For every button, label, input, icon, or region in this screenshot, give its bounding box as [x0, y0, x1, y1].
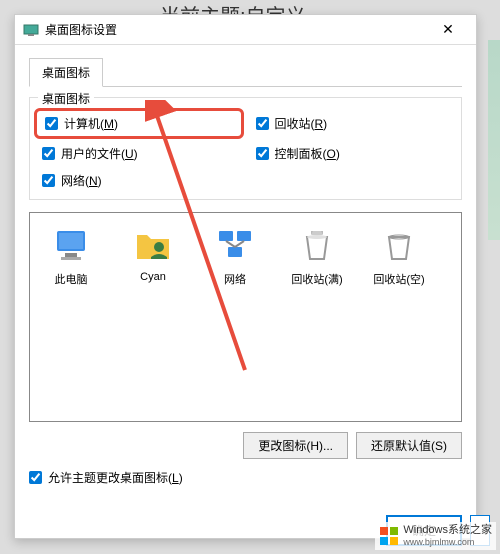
highlight-annotation: 计算机(M)	[34, 108, 244, 139]
close-button[interactable]: ✕	[428, 16, 468, 44]
icon-network[interactable]: 网络	[206, 225, 264, 287]
checkbox-control-input[interactable]	[256, 147, 269, 160]
checkbox-allow-theme-input[interactable]	[29, 471, 42, 484]
network-icon	[215, 225, 255, 265]
checkbox-recycle-input[interactable]	[256, 117, 269, 130]
checkbox-group: 桌面图标 计算机(M) 回收站(R) 用户的文件(U)	[29, 97, 462, 200]
checkbox-userfiles[interactable]: 用户的文件(U)	[42, 145, 236, 162]
checkbox-grid: 计算机(M) 回收站(R) 用户的文件(U) 控制面板(O) 网络	[42, 112, 449, 189]
icon-label: 回收站(空)	[373, 271, 424, 287]
checkbox-allow-theme[interactable]: 允许主题更改桌面图标(L)	[29, 469, 462, 486]
titlebar: 桌面图标设置 ✕	[15, 15, 476, 45]
tab-container: 桌面图标	[29, 57, 462, 87]
icon-label: 此电脑	[55, 271, 88, 287]
restore-defaults-button[interactable]: 还原默认值(S)	[356, 432, 462, 459]
icon-recycle-full[interactable]: 回收站(满)	[288, 225, 346, 287]
group-label: 桌面图标	[38, 90, 94, 107]
dialog-title: 桌面图标设置	[45, 21, 428, 38]
user-folder-icon	[133, 225, 173, 265]
icon-buttons-row: 更改图标(H)... 还原默认值(S)	[29, 432, 462, 459]
icon-preview-panel: 此电脑 Cyan	[29, 212, 462, 422]
recycle-empty-icon	[379, 225, 419, 265]
checkbox-recycle[interactable]: 回收站(R)	[256, 112, 450, 135]
checkbox-computer-input[interactable]	[45, 117, 58, 130]
icon-recycle-empty[interactable]: 回收站(空)	[370, 225, 428, 287]
watermark-text: Windows系统之家 www.bjmlmw.com	[403, 524, 492, 548]
icon-row: 此电脑 Cyan	[42, 225, 449, 287]
windows-logo-icon	[379, 526, 399, 546]
checkbox-userfiles-input[interactable]	[42, 147, 55, 160]
checkbox-userfiles-label: 用户的文件(U)	[61, 145, 138, 162]
checkbox-network[interactable]: 网络(N)	[42, 172, 236, 189]
watermark: Windows系统之家 www.bjmlmw.com	[375, 522, 496, 550]
recycle-full-icon	[297, 225, 337, 265]
checkbox-control-label: 控制面板(O)	[275, 145, 340, 162]
watermark-sub: www.bjmlmw.com	[403, 537, 492, 548]
checkbox-computer-label: 计算机(M)	[64, 115, 118, 132]
watermark-main: Windows系统之家	[403, 524, 492, 537]
background-strip	[488, 40, 500, 240]
icon-user[interactable]: Cyan	[124, 225, 182, 287]
close-icon: ✕	[442, 21, 454, 38]
checkbox-allow-theme-label: 允许主题更改桌面图标(L)	[48, 469, 183, 486]
tab-desktop-icons[interactable]: 桌面图标	[29, 58, 103, 87]
icon-this-pc[interactable]: 此电脑	[42, 225, 100, 287]
icon-label: 回收站(满)	[291, 271, 342, 287]
checkbox-recycle-label: 回收站(R)	[275, 115, 328, 132]
checkbox-network-label: 网络(N)	[61, 172, 102, 189]
dialog-icon	[23, 22, 39, 38]
checkbox-computer[interactable]: 计算机(M)	[45, 115, 118, 132]
checkbox-network-input[interactable]	[42, 174, 55, 187]
desktop-icon-settings-dialog: 桌面图标设置 ✕ 桌面图标 桌面图标 计算机(M) 回收站(R)	[14, 14, 477, 539]
icon-label: 网络	[224, 271, 246, 287]
checkbox-control[interactable]: 控制面板(O)	[256, 145, 450, 162]
change-icon-button[interactable]: 更改图标(H)...	[243, 432, 348, 459]
icon-label: Cyan	[140, 271, 166, 283]
computer-icon	[51, 225, 91, 265]
dialog-content: 桌面图标 桌面图标 计算机(M) 回收站(R) 用户的文件(U)	[15, 45, 476, 498]
